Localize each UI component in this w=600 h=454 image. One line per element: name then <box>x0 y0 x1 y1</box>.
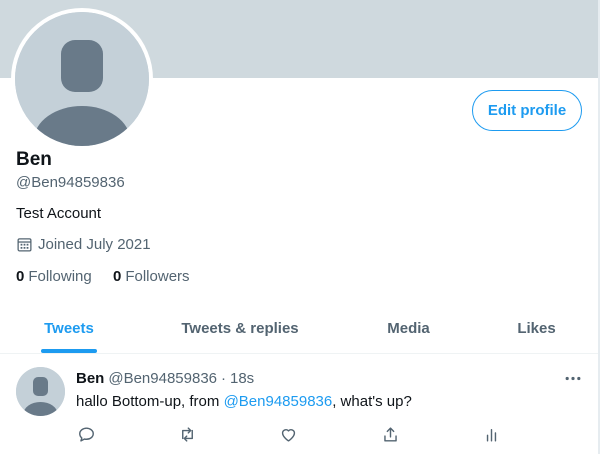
joined-date: Joined July 2021 <box>16 236 151 253</box>
profile-bio: Test Account <box>16 205 102 222</box>
tweet[interactable]: Ben @Ben94859836 · 18s hallo Bottom-up, … <box>0 355 598 454</box>
tweet-avatar[interactable] <box>16 367 65 416</box>
following-count: 0 <box>16 268 25 285</box>
tweet-mention[interactable]: @Ben94859836 <box>224 393 333 410</box>
tab-tweets[interactable]: Tweets <box>0 302 138 354</box>
tab-likes[interactable]: Likes <box>475 302 598 354</box>
following-label: Following <box>28 268 92 285</box>
joined-label: Joined July 2021 <box>38 236 151 253</box>
more-horizontal-icon[interactable] <box>562 369 584 387</box>
profile-avatar[interactable] <box>11 8 153 150</box>
tweet-text-before: hallo Bottom-up, from <box>76 393 224 410</box>
retweet-icon[interactable] <box>176 423 198 445</box>
tweet-text: hallo Bottom-up, from @Ben94859836, what… <box>76 393 412 410</box>
calendar-icon <box>17 238 32 252</box>
profile-name: Ben <box>16 149 52 170</box>
reply-icon[interactable] <box>75 423 97 445</box>
tab-media[interactable]: Media <box>342 302 475 354</box>
analytics-icon[interactable] <box>480 423 502 445</box>
followers-link[interactable]: 0 Followers <box>113 268 190 285</box>
default-avatar-icon <box>16 367 65 416</box>
edit-profile-button[interactable]: Edit profile <box>472 90 582 131</box>
share-icon[interactable] <box>379 423 401 445</box>
tweet-text-after: , what's up? <box>332 393 412 410</box>
tweet-timestamp[interactable]: 18s <box>230 370 254 387</box>
followers-label: Followers <box>125 268 190 285</box>
tweet-author-name[interactable]: Ben <box>76 370 104 387</box>
tweet-author-handle[interactable]: @Ben94859836 <box>108 370 217 387</box>
tab-tweets-and-replies[interactable]: Tweets & replies <box>138 302 342 354</box>
active-tab-indicator <box>41 349 97 353</box>
following-link[interactable]: 0 Following <box>16 268 92 285</box>
tweet-actions <box>0 423 598 445</box>
followers-count: 0 <box>113 268 122 285</box>
default-avatar-icon <box>15 12 149 146</box>
like-icon[interactable] <box>277 423 299 445</box>
profile-handle: @Ben94859836 <box>16 174 125 191</box>
tweet-header: Ben @Ben94859836 · 18s <box>76 370 254 387</box>
tweet-separator: · <box>221 370 226 387</box>
profile-tabs: Tweets Tweets & replies Media Likes <box>0 302 598 354</box>
